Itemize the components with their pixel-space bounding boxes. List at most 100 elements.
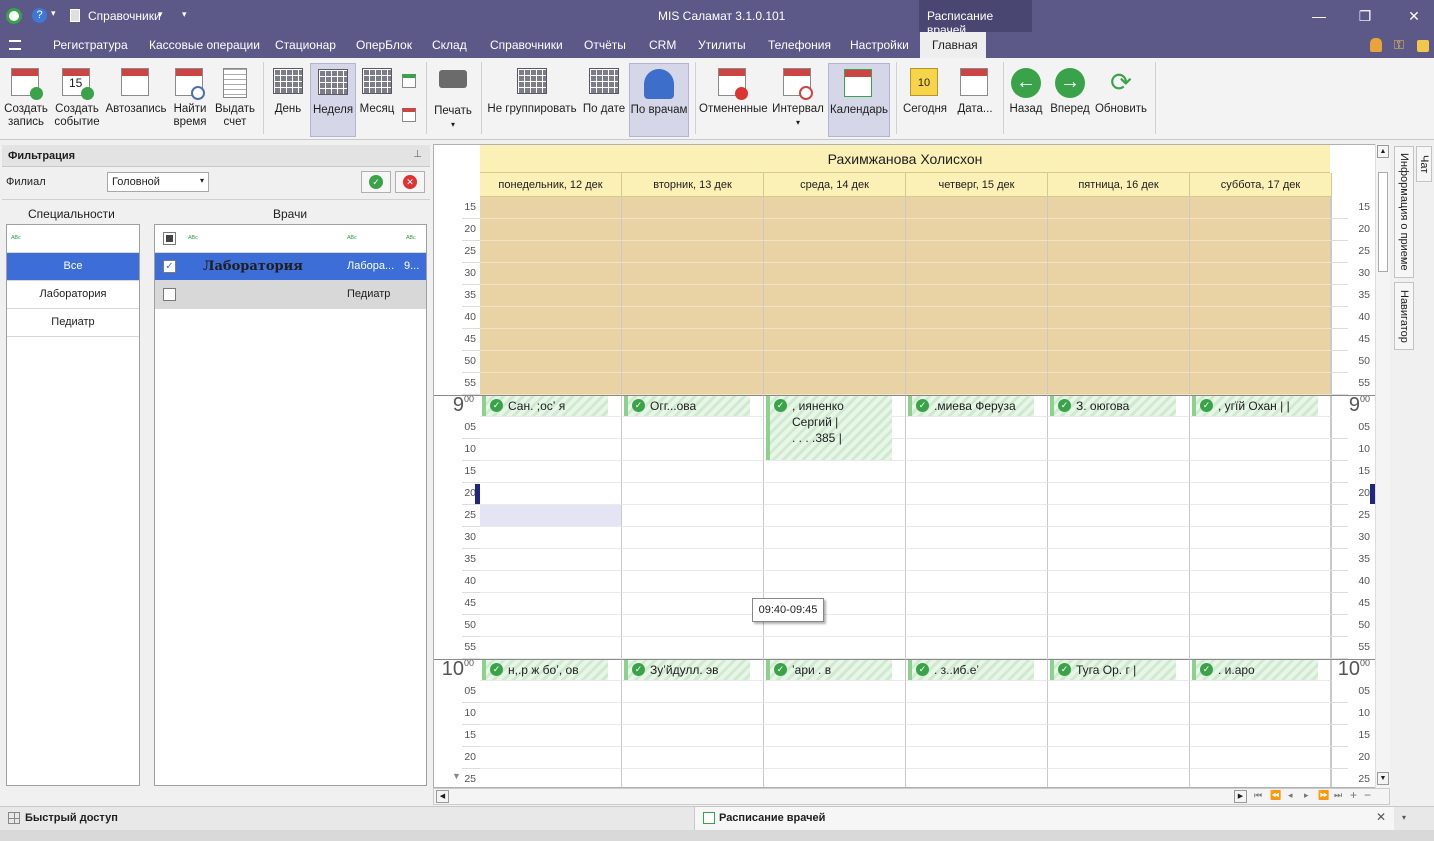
view-month-button[interactable]: Месяц [357, 63, 397, 137]
time-slot[interactable] [906, 307, 1048, 329]
time-slot[interactable] [764, 527, 906, 549]
time-slot[interactable] [622, 549, 764, 571]
menu-telephony[interactable]: Телефония [768, 38, 831, 52]
time-slot[interactable] [1048, 527, 1190, 549]
time-slot[interactable] [764, 505, 906, 527]
time-slot[interactable] [764, 747, 906, 769]
time-slot[interactable] [1190, 571, 1332, 593]
time-slot[interactable] [622, 637, 764, 659]
time-slot[interactable] [764, 769, 906, 787]
time-slot[interactable] [906, 197, 1048, 219]
menu-main[interactable]: Главная [932, 38, 978, 52]
create-event-button[interactable]: 15 Создать событие [52, 63, 102, 137]
day-header[interactable]: вторник, 13 дек [622, 173, 764, 197]
find-time-button[interactable]: Найти время [170, 63, 210, 137]
time-slot[interactable] [480, 483, 622, 505]
by-doctors-button[interactable]: По врачам [629, 63, 689, 137]
quick-item-chevron-icon[interactable]: ▾ [158, 9, 163, 20]
tab-appointment-info[interactable]: Информация о приеме [1394, 146, 1414, 278]
doctors-filter-row[interactable]: ᴬᴮᶜ ᴬᴮᶜ ᴬᴮᶜ [155, 225, 426, 253]
doctor-row[interactable]: Педиатр [155, 281, 426, 309]
time-slot[interactable] [480, 527, 622, 549]
close-icon[interactable]: ✕ [1404, 6, 1424, 26]
specialty-item-lab[interactable]: Лаборатория [7, 281, 139, 309]
day-header[interactable]: понедельник, 12 дек [480, 173, 622, 197]
time-slot[interactable] [906, 329, 1048, 351]
scroll-thumb[interactable] [1378, 172, 1388, 272]
time-slot[interactable] [1190, 505, 1332, 527]
appointment[interactable]: ✓ , угїй Охан | | [1192, 396, 1318, 416]
time-slot[interactable] [906, 285, 1048, 307]
time-slot[interactable] [1190, 725, 1332, 747]
today-button[interactable]: 10 Сегодня [900, 63, 950, 137]
doctor-checkbox[interactable]: ✓ [163, 260, 176, 273]
time-slot[interactable] [622, 571, 764, 593]
time-slot[interactable] [906, 439, 1048, 461]
time-slot[interactable] [622, 197, 764, 219]
user-icon[interactable] [1370, 38, 1382, 52]
select-all-checkbox[interactable] [163, 232, 176, 245]
help-dropdown-chevron-icon[interactable]: ▾ [51, 8, 56, 19]
appointment[interactable]: ✓ З. оюгова [1050, 396, 1176, 416]
time-slot[interactable] [1048, 769, 1190, 787]
appointment[interactable]: ✓ Сан. ;осʼ я [482, 396, 608, 416]
time-slot[interactable] [1048, 593, 1190, 615]
vertical-scrollbar[interactable]: ▲ ▼ [1375, 144, 1390, 788]
time-slot[interactable] [480, 593, 622, 615]
time-slot[interactable] [764, 263, 906, 285]
appointment[interactable]: ✓ Туга Ор. г | [1050, 660, 1176, 680]
time-slot[interactable] [480, 285, 622, 307]
time-slot[interactable] [622, 483, 764, 505]
doc-tabs-menu-icon[interactable]: ▾ [1402, 813, 1406, 822]
time-slot[interactable] [622, 505, 764, 527]
time-slot[interactable] [906, 373, 1048, 395]
menu-utilities[interactable]: Утилиты [698, 38, 746, 52]
appointment[interactable]: ✓ , ияненко Сергий | . . . .385 | [766, 396, 892, 460]
scroll-up-icon[interactable]: ▲ [1377, 145, 1389, 158]
appointment[interactable]: ✓ Зуʼйдулл. эв [624, 660, 750, 680]
time-slot[interactable] [480, 681, 622, 703]
close-tab-icon[interactable]: ✕ [1376, 810, 1386, 824]
tab-navigator[interactable]: Навигатор [1394, 282, 1414, 350]
time-slot[interactable] [1048, 615, 1190, 637]
time-slot[interactable] [480, 769, 622, 787]
appointment[interactable]: ✓ Огг...ова [624, 396, 750, 416]
clear-filter-button[interactable]: ✕ [395, 171, 425, 193]
time-slot[interactable] [906, 483, 1048, 505]
time-slot[interactable] [1190, 593, 1332, 615]
time-slot[interactable] [1048, 241, 1190, 263]
time-slot[interactable] [480, 549, 622, 571]
time-slot[interactable] [906, 241, 1048, 263]
time-slot[interactable] [764, 461, 906, 483]
time-slot[interactable] [1190, 307, 1332, 329]
time-slot[interactable] [906, 703, 1048, 725]
pin-icon[interactable]: ⊥ [413, 149, 422, 160]
app-menu-icon[interactable] [9, 40, 21, 50]
time-slot[interactable] [622, 307, 764, 329]
time-slot[interactable] [1048, 549, 1190, 571]
appointment[interactable]: ✓ .миева Феруза [908, 396, 1034, 416]
time-slot[interactable] [1048, 483, 1190, 505]
menu-warehouse[interactable]: Склад [432, 38, 467, 52]
restore-icon[interactable]: ❐ [1355, 6, 1375, 26]
time-slot[interactable] [1048, 571, 1190, 593]
time-slot[interactable] [906, 351, 1048, 373]
time-slot[interactable] [622, 527, 764, 549]
time-slot[interactable] [1190, 769, 1332, 787]
print-button[interactable]: Печать ▾ [430, 63, 476, 137]
time-slot[interactable] [1190, 681, 1332, 703]
time-slot[interactable] [480, 703, 622, 725]
time-slot[interactable] [906, 725, 1048, 747]
time-slot[interactable] [764, 197, 906, 219]
time-slot[interactable] [906, 769, 1048, 787]
time-slot[interactable] [1048, 637, 1190, 659]
key-icon[interactable]: ⚿ [1394, 38, 1408, 52]
time-slot[interactable] [1190, 417, 1332, 439]
menu-crm[interactable]: CRM [649, 38, 676, 52]
nav-last-icon[interactable]: ⏭ [1334, 790, 1342, 801]
time-slot[interactable] [1190, 549, 1332, 571]
time-slot[interactable] [1048, 747, 1190, 769]
calendar-button[interactable]: Календарь [828, 63, 890, 137]
time-slot[interactable] [1048, 461, 1190, 483]
time-slot[interactable] [906, 417, 1048, 439]
